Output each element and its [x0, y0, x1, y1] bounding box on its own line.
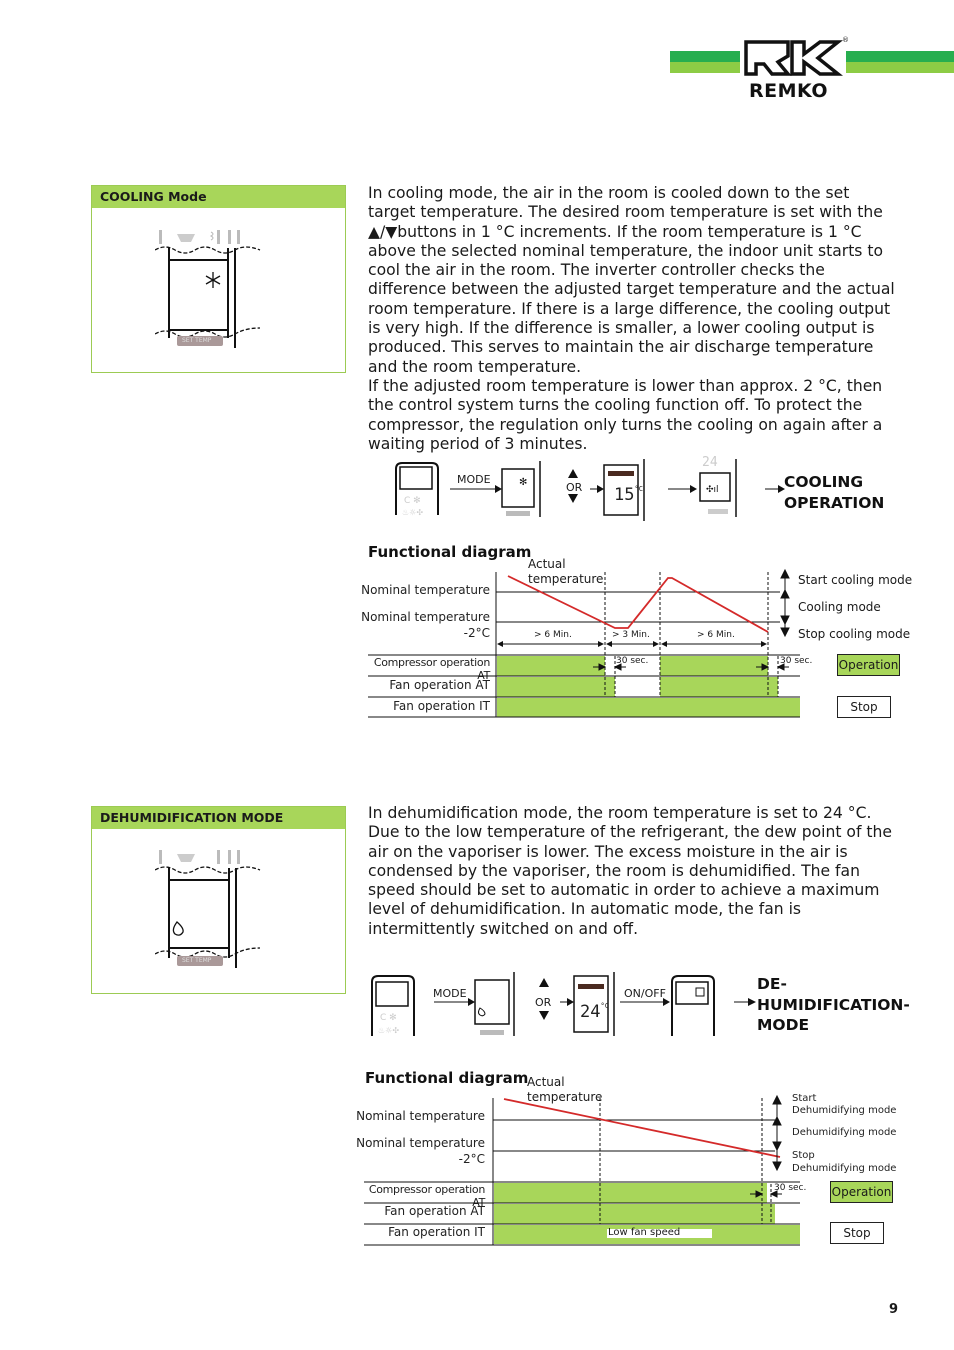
fan-at-bar: [494, 1204, 775, 1224]
cooling-legend-stop: Stop: [837, 696, 891, 718]
page-number: 9: [889, 1302, 899, 1317]
actual-temperature-curve: [507, 575, 769, 633]
cooling-display-unit: °C: [634, 485, 643, 493]
actual-temp-line1: Actual: [527, 1075, 565, 1089]
dehumidification-sequence: C ✻ ♨☼✣: [371, 972, 756, 1036]
dehum-result-line3: MODE: [757, 1016, 810, 1034]
cooling-start-label: Start cooling mode: [798, 573, 913, 587]
dehum-mode-label: Dehumidifying mode: [792, 1127, 897, 1138]
header-stripe-right-light: [838, 62, 954, 73]
dehum-result-label: DE- HUMIDIFICATION- MODE: [757, 974, 910, 1036]
up-arrow-icon: [568, 469, 578, 478]
dehum-diagram-chart: [364, 1094, 800, 1246]
svg-text:♨☼✣: ♨☼✣: [378, 1026, 399, 1035]
dehum-stop-label: Stop: [792, 1150, 815, 1161]
cooling-result-line2: OPERATION: [784, 493, 885, 512]
down-arrow-icon: [539, 1011, 549, 1020]
cooling-description: In cooling mode, the air in the room is …: [368, 184, 895, 453]
cooling-sequence: C ✻ ♨☼✣ ✻ ✣ıl: [395, 459, 785, 521]
dehum-legend-stop: Stop: [830, 1222, 884, 1244]
cooling-delay-1: 30 sec.: [616, 656, 649, 666]
cooling-diagram-chart: [368, 568, 800, 718]
cooling-display-number: 15: [614, 485, 635, 505]
dehumidification-display-illustration: [155, 850, 261, 968]
dehum-diagram-title: Functional diagram: [365, 1069, 529, 1087]
dehum-delay-label: 30 sec.: [774, 1183, 807, 1193]
up-arrow-icon: [539, 978, 549, 987]
dehum-display-unit: °C: [600, 1002, 609, 1010]
remote-control-icon: C ✻ ♨☼✣: [395, 462, 439, 517]
cooling-result-label: COOLING OPERATION: [784, 472, 884, 513]
svg-text:✻: ✻: [519, 477, 527, 488]
dehum-start-mode-label: Dehumidifying mode: [792, 1105, 897, 1116]
header-stripe-left-dark: [670, 51, 740, 62]
cooling-interval-1: > 6 Min.: [534, 630, 572, 640]
fan-it-bar: [497, 698, 800, 717]
cooling-delay-2: 30 sec.: [780, 656, 813, 666]
display-mode-droplet: [474, 972, 515, 1036]
dehum-start-label: Start: [792, 1093, 817, 1104]
remote-control-icon: C ✻ ♨☼✣: [371, 975, 415, 1036]
svg-text:C ✻: C ✻: [404, 496, 421, 506]
cooling-interval-3: > 6 Min.: [697, 630, 735, 640]
dehumidification-description: In dehumidification mode, the room tempe…: [368, 804, 893, 938]
fan-at-bar-1: [497, 677, 615, 697]
cooling-step-or-label: OR: [566, 481, 583, 494]
svg-text:C ✻: C ✻: [380, 1013, 397, 1023]
compressor-bar-2: [660, 656, 768, 676]
cooling-diagram-title: Functional diagram: [368, 543, 532, 561]
remote-swing-icon: [671, 975, 715, 1036]
dehumidification-mode-title: DEHUMIDIFICATION MODE: [92, 807, 345, 829]
display-mode-snowflake: ✻: [501, 461, 541, 517]
dehum-result-line2: HUMIDIFICATION-: [757, 995, 910, 1014]
dehumidification-set-temp-label: SET TEMP: [182, 957, 212, 964]
dehum-display-number: 24: [580, 1002, 601, 1022]
dehum-low-fan-label: Low fan speed: [608, 1227, 681, 1238]
cooling-result-line1: COOLING: [784, 473, 864, 491]
cooling-display-illustration: [155, 230, 261, 348]
actual-temperature-curve: [503, 1098, 781, 1158]
dehum-step-onoff-label: ON/OFF: [624, 987, 666, 1000]
header-stripe-left-light: [670, 62, 740, 73]
compressor-bar-1: [497, 656, 605, 676]
dehum-step-mode-label: MODE: [433, 987, 467, 1000]
svg-text:✣ıl: ✣ıl: [706, 485, 719, 495]
header-stripe-right-dark: [838, 51, 954, 62]
down-arrow-icon: [568, 494, 578, 503]
cooling-set-temp-label: SET TEMP: [182, 337, 212, 344]
svg-text:♨☼✣: ♨☼✣: [402, 508, 423, 517]
cooling-stop-label: Stop cooling mode: [798, 627, 911, 641]
cooling-interval-2: > 3 Min.: [612, 630, 650, 640]
cooling-mode-label: Cooling mode: [798, 600, 881, 614]
dehum-step-or-label: OR: [535, 996, 552, 1009]
registered-mark: ®: [842, 36, 849, 44]
remote-top-icons: [159, 230, 240, 244]
compressor-bar: [494, 1183, 767, 1203]
cooling-top-display-value: 24: [702, 455, 718, 470]
cooling-mode-title: COOLING Mode: [92, 186, 345, 208]
fan-at-bar-2: [660, 677, 778, 697]
cooling-step-mode-label: MODE: [457, 473, 491, 486]
dehum-legend-operation: Operation: [830, 1181, 893, 1203]
cooling-legend-operation: Operation: [837, 654, 900, 676]
dehum-stop-mode-label: Dehumidifying mode: [792, 1163, 897, 1174]
cooling-display-value: 15°C: [614, 485, 643, 505]
dehum-display-value: 24°C: [580, 1002, 609, 1022]
brand-name: REMKO: [749, 80, 829, 102]
dehum-result-line1: DE-: [757, 975, 787, 993]
